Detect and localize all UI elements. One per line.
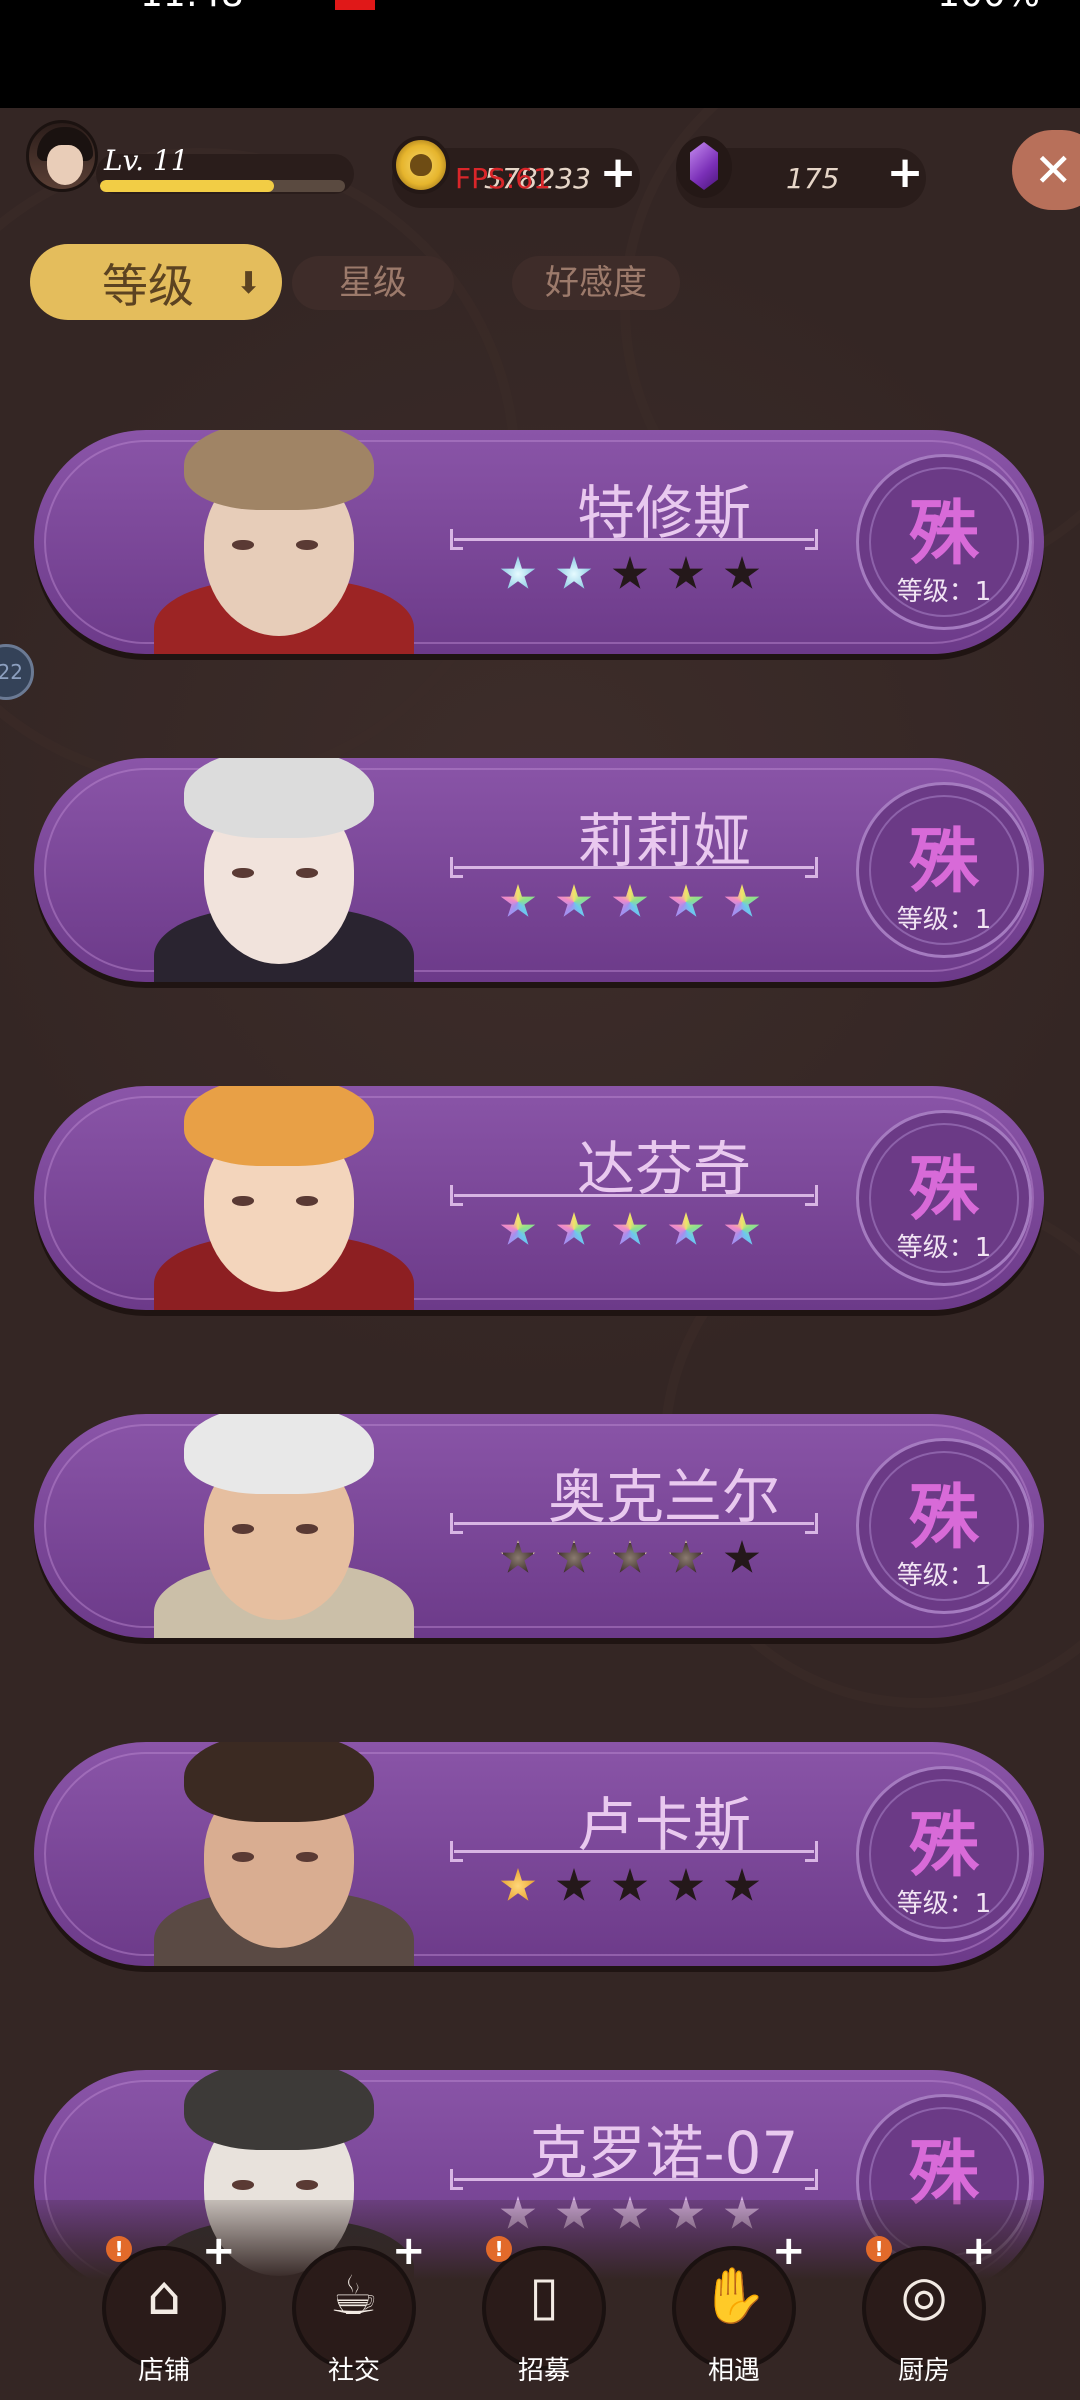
nav-label: 招募: [517, 2356, 570, 2386]
cat-coin-icon: [392, 136, 450, 194]
star-icon: [556, 556, 592, 589]
nav-label: 厨房: [897, 2356, 950, 2386]
recording-indicator-icon: [335, 0, 375, 10]
star-rating: [500, 1540, 760, 1576]
star-icon: [612, 556, 648, 589]
door-icon: ▯: [529, 2264, 559, 2327]
star-icon: [612, 1868, 648, 1901]
name-ornament: [450, 529, 814, 552]
gem-amount: 175: [786, 162, 840, 195]
rank-badge: 殊 等级：1: [856, 782, 1032, 958]
star-icon: [668, 884, 704, 917]
star-rating: [500, 1868, 760, 1904]
character-list-screen: 特修斯 殊 等级：1 莉莉娅 殊 等级：1 达芬奇 殊 等级：1 奥克兰尔 殊 …: [0, 108, 1080, 2400]
character-list[interactable]: 特修斯 殊 等级：1 莉莉娅 殊 等级：1 达芬奇 殊 等级：1 奥克兰尔 殊 …: [0, 108, 1080, 2294]
rank-glyph: 殊: [909, 491, 979, 574]
star-icon: [724, 556, 760, 589]
top-bar: Lv. 11 578233 FPS:61 + 175 + ✕: [0, 108, 1080, 218]
star-icon: [612, 1540, 648, 1573]
star-icon: [556, 884, 592, 917]
star-icon: [612, 884, 648, 917]
character-level: 等级：1: [896, 1561, 992, 1591]
star-icon: [500, 1540, 536, 1573]
rank-glyph: 殊: [909, 1147, 979, 1230]
character-card[interactable]: 奥克兰尔 殊 等级：1: [34, 1414, 1044, 1638]
name-ornament: [450, 857, 814, 880]
bottom-nav: ⌂ ! + 店铺 ☕ + 社交 ▯ ! 招募 ✋ + 相遇 ◎ ! + 厨房: [0, 2228, 1080, 2400]
rank-glyph: 殊: [909, 819, 979, 902]
alert-badge-icon: !: [486, 2236, 512, 2262]
star-icon: [500, 556, 536, 589]
plus-icon: +: [392, 2228, 426, 2274]
character-level: 等级：1: [896, 905, 992, 935]
name-ornament: [450, 1185, 814, 1208]
player-avatar[interactable]: [26, 120, 98, 192]
nav-item-4[interactable]: ✋ + 相遇: [654, 2228, 814, 2400]
star-icon: [500, 884, 536, 917]
star-icon: [724, 884, 760, 917]
star-icon: [556, 1212, 592, 1245]
rank-glyph: 殊: [909, 1803, 979, 1886]
tab-level-label: 等级: [102, 259, 194, 313]
rank-badge: 殊 等级：1: [856, 1438, 1032, 1614]
rank-glyph: 殊: [909, 1475, 979, 1558]
plus-icon: +: [202, 2228, 236, 2274]
nav-item-2[interactable]: ☕ + 社交: [274, 2228, 434, 2400]
rank-badge: 殊 等级：1: [856, 1766, 1032, 1942]
name-ornament: [450, 2169, 814, 2192]
name-ornament: [450, 1841, 814, 1864]
nav-label: 店铺: [137, 2356, 190, 2386]
star-icon: [724, 1212, 760, 1245]
character-card[interactable]: 特修斯 殊 等级：1: [34, 430, 1044, 654]
tab-level[interactable]: 等级 ⬇: [30, 244, 282, 320]
star-rating: [500, 556, 760, 592]
star-icon: [668, 1212, 704, 1245]
star-icon: [500, 1868, 536, 1901]
close-button[interactable]: ✕: [1012, 130, 1080, 210]
nav-label: 相遇: [707, 2356, 760, 2386]
add-coins-button[interactable]: +: [598, 151, 638, 195]
star-icon: [612, 1212, 648, 1245]
nav-item-1[interactable]: ⌂ ! + 店铺: [84, 2228, 244, 2400]
star-icon: [556, 1540, 592, 1573]
rank-badge: 殊 等级：1: [856, 1110, 1032, 1286]
star-rating: [500, 1212, 760, 1248]
name-ornament: [450, 1513, 814, 1536]
rank-badge: 殊 等级：1: [856, 454, 1032, 630]
fps-overlay: FPS:61: [455, 162, 551, 195]
star-icon: [500, 1212, 536, 1245]
star-rating: [500, 884, 760, 920]
nav-label: 社交: [327, 2356, 380, 2386]
alert-badge-icon: !: [106, 2236, 132, 2262]
plus-icon: +: [962, 2228, 996, 2274]
star-icon: [724, 1540, 760, 1573]
character-level: 等级：1: [896, 1889, 992, 1919]
star-icon: [724, 1868, 760, 1901]
star-icon: [556, 1868, 592, 1901]
nav-item-3[interactable]: ▯ ! 招募: [464, 2234, 624, 2400]
clock: 11:48: [140, 0, 244, 15]
star-icon: [668, 556, 704, 589]
character-level: 等级：1: [896, 1233, 992, 1263]
battery-level: 100%: [937, 0, 1040, 15]
star-icon: [668, 1540, 704, 1573]
alert-badge-icon: !: [866, 2236, 892, 2262]
character-level: 等级：1: [896, 577, 992, 607]
plus-icon: +: [772, 2228, 806, 2274]
nav-item-5[interactable]: ◎ ! + 厨房: [844, 2228, 1004, 2400]
xp-bar: [100, 180, 345, 192]
player-level: Lv. 11: [104, 144, 189, 177]
star-icon: [668, 1868, 704, 1901]
purple-gem-icon: [676, 136, 732, 198]
xp-bar-fill: [100, 180, 274, 192]
status-bar: 11:48 100%: [0, 0, 1080, 108]
character-card[interactable]: 莉莉娅 殊 等级：1: [34, 758, 1044, 982]
tab-star[interactable]: 星级: [292, 256, 454, 310]
character-card[interactable]: 卢卡斯 殊 等级：1: [34, 1742, 1044, 1966]
add-gems-button[interactable]: +: [885, 151, 925, 195]
down-arrow-icon: ⬇: [236, 266, 262, 301]
tab-favor[interactable]: 好感度: [512, 256, 680, 310]
character-card[interactable]: 达芬奇 殊 等级：1: [34, 1086, 1044, 1310]
